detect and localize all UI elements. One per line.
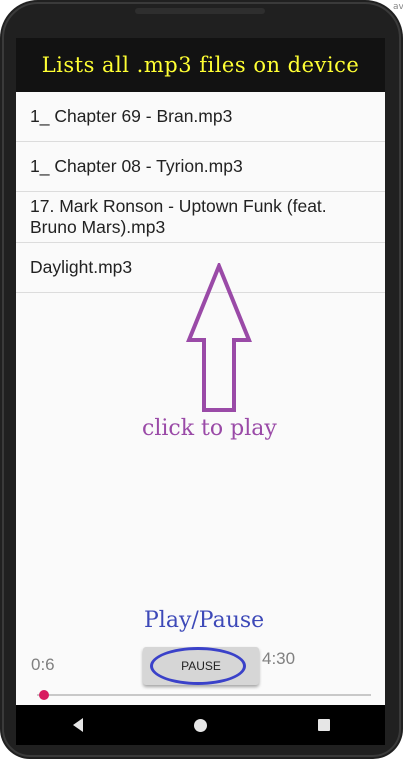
banner-title: Lists all .mp3 files on device	[41, 53, 360, 77]
edge-text-fragment: av	[393, 2, 403, 12]
up-arrow-icon	[186, 263, 252, 412]
list-item[interactable]: 17. Mark Ronson - Uptown Funk (feat. Bru…	[16, 192, 385, 243]
total-time: 4:30	[262, 649, 296, 668]
recents-square-icon	[317, 719, 330, 731]
seek-bar-track[interactable]	[37, 694, 371, 696]
current-time: 0:6	[31, 655, 55, 674]
list-item[interactable]: 1_ Chapter 69 - Bran.mp3	[16, 92, 385, 142]
recents-button[interactable]	[294, 705, 354, 745]
seek-bar-thumb[interactable]	[38, 690, 49, 700]
click-to-play-annotation: click to play	[142, 416, 277, 441]
app-screen: Lists all .mp3 files on device 1_ Chapte…	[16, 38, 385, 705]
system-nav-bar	[16, 705, 385, 745]
home-circle-icon	[194, 718, 207, 732]
back-triangle-icon	[72, 718, 83, 732]
home-button[interactable]	[171, 705, 231, 745]
back-button[interactable]	[48, 705, 108, 745]
list-item[interactable]: 1_ Chapter 08 - Tyrion.mp3	[16, 142, 385, 192]
play-pause-annotation: Play/Pause	[144, 608, 265, 633]
pause-button[interactable]: PAUSE	[143, 647, 259, 685]
phone-frame: Lists all .mp3 files on device 1_ Chapte…	[0, 0, 403, 759]
app-banner: Lists all .mp3 files on device	[16, 38, 385, 92]
phone-speaker	[135, 8, 265, 14]
